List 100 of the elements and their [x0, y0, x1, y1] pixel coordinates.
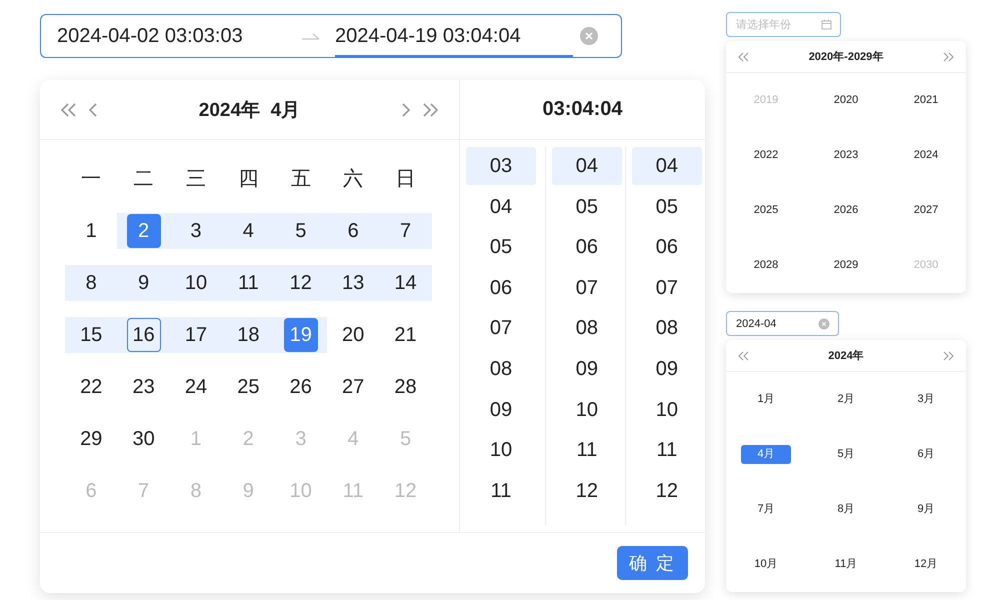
year-option[interactable]: 2025	[741, 201, 791, 220]
calendar-day[interactable]: 7	[388, 214, 423, 248]
time-option[interactable]: 10	[632, 390, 702, 429]
calendar-day[interactable]: 3	[178, 214, 213, 248]
time-option[interactable]: 05	[466, 228, 536, 266]
calendar-day[interactable]: 22	[74, 370, 108, 404]
year-option[interactable]: 2022	[741, 146, 791, 165]
end-date-input[interactable]: 2024-04-19 03:04:04	[335, 15, 573, 57]
time-option[interactable]: 05	[632, 188, 702, 226]
time-option[interactable]: 07	[552, 268, 622, 307]
date-range-field[interactable]: 2024-04-02 03:03:03 2024-04-19 03:04:04	[40, 14, 622, 58]
double-chevron-left-icon[interactable]	[738, 52, 750, 62]
calendar-day[interactable]: 19	[284, 318, 318, 352]
calendar-day[interactable]: 28	[388, 370, 423, 404]
weekday-label: 二	[132, 167, 155, 192]
month-option[interactable]: 2月	[821, 390, 871, 409]
start-date-input[interactable]: 2024-04-02 03:03:03	[57, 15, 295, 57]
calendar-day[interactable]: 5	[284, 214, 318, 248]
time-option[interactable]: 08	[552, 309, 622, 348]
calendar-day[interactable]: 13	[336, 266, 370, 300]
chevron-left-icon[interactable]	[88, 102, 98, 116]
time-option[interactable]: 11	[632, 431, 702, 470]
chevron-right-icon[interactable]	[401, 102, 411, 116]
time-option[interactable]: 06	[632, 228, 702, 266]
time-option[interactable]: 06	[552, 228, 622, 266]
double-chevron-left-icon[interactable]	[738, 350, 750, 360]
time-option[interactable]: 10	[552, 390, 622, 429]
calendar-day[interactable]: 15	[74, 318, 108, 352]
calendar-day[interactable]: 23	[126, 370, 161, 404]
time-option[interactable]: 09	[466, 390, 536, 429]
calendar-day[interactable]: 17	[178, 318, 213, 352]
calendar-day[interactable]: 18	[231, 318, 266, 352]
year-option[interactable]: 2020	[821, 91, 871, 110]
clear-icon[interactable]	[818, 318, 830, 330]
year-option[interactable]: 2027	[901, 201, 951, 220]
year-option[interactable]: 2023	[821, 146, 871, 165]
time-option[interactable]: 11	[552, 431, 622, 470]
month-option[interactable]: 1月	[741, 390, 791, 409]
year-option[interactable]: 2024	[901, 146, 951, 165]
time-option[interactable]: 11	[466, 472, 536, 510]
time-option[interactable]: 04	[632, 147, 702, 185]
confirm-button[interactable]: 确 定	[617, 546, 688, 580]
calendar-day[interactable]: 2	[126, 214, 161, 248]
calendar-day[interactable]: 4	[231, 214, 266, 248]
time-option[interactable]: 07	[632, 268, 702, 307]
year-option[interactable]: 2021	[901, 91, 951, 110]
time-option[interactable]: 08	[466, 350, 536, 388]
time-option[interactable]: 07	[466, 309, 536, 348]
calendar-day[interactable]: 1	[74, 214, 108, 248]
month-option[interactable]: 11月	[821, 555, 871, 574]
month-option[interactable]: 6月	[901, 445, 951, 464]
month-title: 2024年 4月	[198, 98, 302, 122]
month-option[interactable]: 3月	[901, 390, 951, 409]
calendar-day[interactable]: 26	[284, 370, 318, 404]
month-option[interactable]: 4月	[741, 445, 791, 464]
month-option[interactable]: 8月	[821, 500, 871, 519]
calendar-icon	[821, 19, 832, 30]
calendar-day[interactable]: 21	[388, 318, 423, 352]
double-chevron-right-icon[interactable]	[421, 102, 439, 116]
year-option[interactable]: 2029	[821, 256, 871, 275]
time-option[interactable]: 12	[632, 472, 702, 510]
time-option[interactable]: 10	[466, 431, 536, 470]
time-option[interactable]: 05	[552, 188, 622, 226]
calendar-day[interactable]: 16	[126, 318, 161, 352]
year-option[interactable]: 2028	[741, 256, 791, 275]
year-field[interactable]: 请选择年份	[726, 12, 841, 37]
month-option[interactable]: 10月	[741, 555, 791, 574]
calendar-day[interactable]: 24	[178, 370, 213, 404]
calendar-day[interactable]: 20	[336, 318, 370, 352]
calendar-day[interactable]: 30	[126, 422, 161, 456]
time-option[interactable]: 09	[632, 350, 702, 388]
month-option[interactable]: 5月	[821, 445, 871, 464]
time-option[interactable]: 03	[466, 147, 536, 185]
calendar-day[interactable]: 29	[74, 422, 108, 456]
double-chevron-left-icon[interactable]	[60, 102, 78, 116]
calendar-day[interactable]: 9	[126, 266, 161, 300]
month-option[interactable]: 7月	[741, 500, 791, 519]
time-option[interactable]: 09	[552, 350, 622, 388]
time-option[interactable]: 12	[552, 472, 622, 510]
calendar-day[interactable]: 11	[231, 266, 266, 300]
time-option[interactable]: 04	[466, 188, 536, 226]
month-option[interactable]: 12月	[901, 555, 951, 574]
double-chevron-right-icon[interactable]	[942, 350, 954, 360]
calendar-day[interactable]: 14	[388, 266, 423, 300]
calendar-day[interactable]: 12	[284, 266, 318, 300]
arrow-icon	[301, 31, 321, 41]
clear-icon[interactable]	[579, 26, 599, 46]
double-chevron-right-icon[interactable]	[942, 52, 954, 62]
calendar-day[interactable]: 27	[336, 370, 370, 404]
calendar-day[interactable]: 10	[178, 266, 213, 300]
time-option[interactable]: 08	[632, 309, 702, 348]
time-option[interactable]: 04	[552, 147, 622, 185]
weekday-label: 日	[394, 167, 417, 192]
year-option[interactable]: 2026	[821, 201, 871, 220]
month-option[interactable]: 9月	[901, 500, 951, 519]
time-option[interactable]: 06	[466, 268, 536, 307]
calendar-day[interactable]: 8	[74, 266, 108, 300]
calendar-day[interactable]: 6	[336, 214, 370, 248]
month-field[interactable]: 2024-04	[726, 311, 839, 336]
calendar-day[interactable]: 25	[231, 370, 266, 404]
